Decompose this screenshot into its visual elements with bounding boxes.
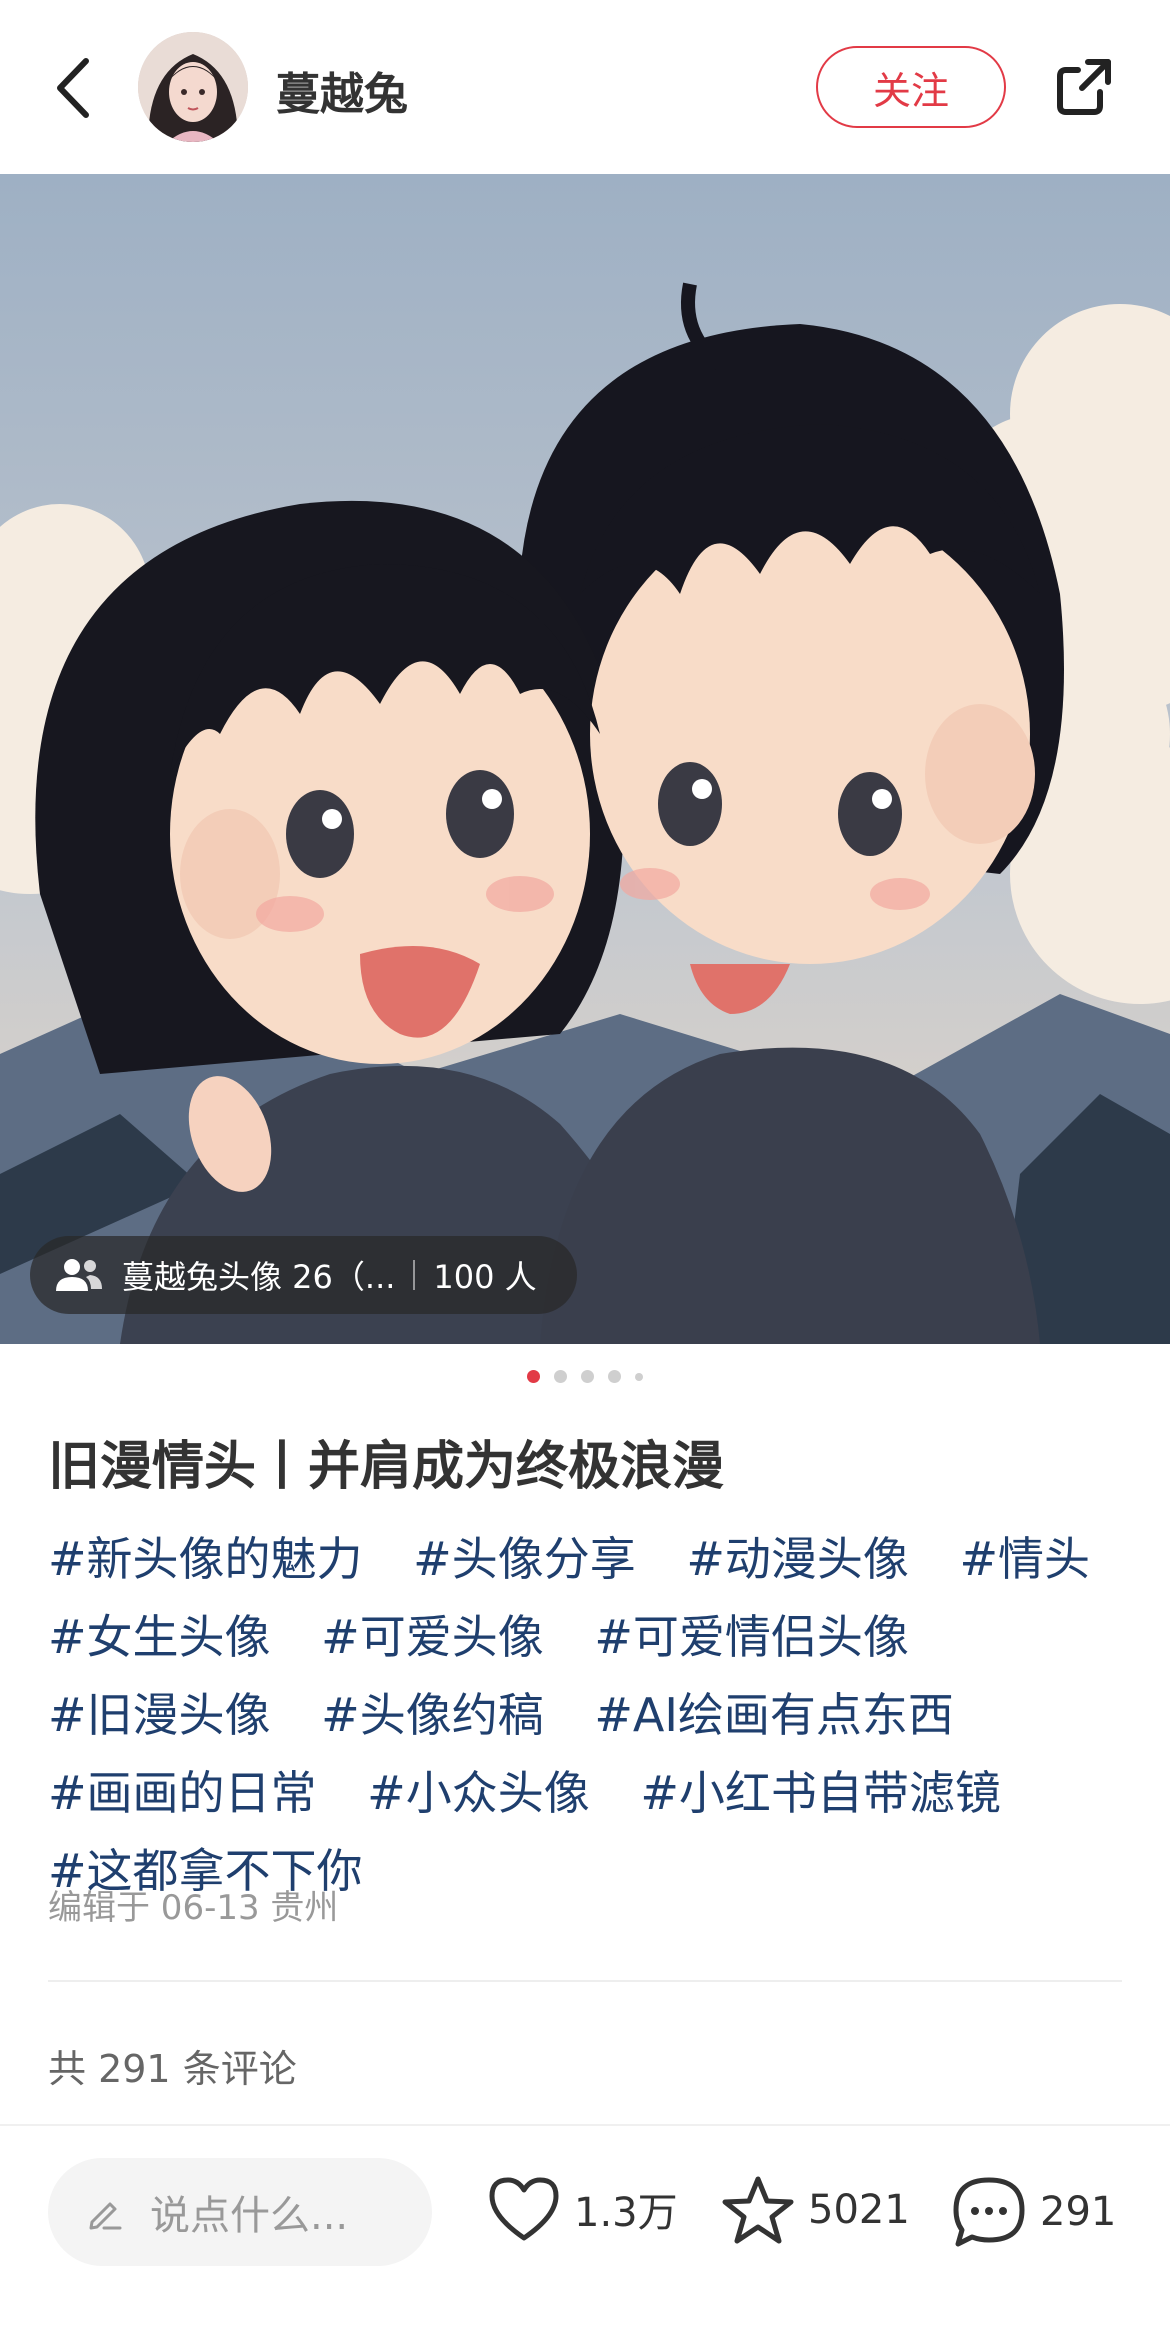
comment-input[interactable]: 说点什么...	[48, 2158, 432, 2266]
post-title: 旧漫情头丨并肩成为终极浪漫	[48, 1437, 725, 1497]
pencil-icon	[89, 2202, 122, 2230]
group-name: 蔓越兔头像 26（...	[122, 1258, 396, 1296]
comment-bubble-icon	[953, 2177, 1025, 2247]
group-icon	[56, 1259, 102, 1291]
back-icon[interactable]	[52, 55, 96, 121]
carousel-indicator	[0, 1370, 1170, 1383]
hashtag-list: #新头像的魅力 #头像分享 #动漫头像 #情头 #女生头像 #可爱头像 #可爱情…	[48, 1520, 1138, 1910]
hashtag[interactable]: #情头	[960, 1532, 1091, 1586]
post-illustration	[0, 174, 1170, 1344]
carousel-dot	[527, 1370, 540, 1383]
chip-divider	[413, 1260, 416, 1290]
hashtag[interactable]: #头像约稿	[321, 1688, 544, 1742]
collect-button[interactable]: 5021	[720, 2174, 910, 2246]
like-count: 1.3万	[574, 2190, 678, 2236]
hashtag[interactable]: #女生头像	[48, 1610, 271, 1664]
author-avatar[interactable]	[138, 32, 248, 142]
heart-icon	[489, 2177, 559, 2241]
group-chat-chip[interactable]: 蔓越兔头像 26（... 100 人	[30, 1236, 577, 1314]
hashtag[interactable]: #动漫头像	[686, 1532, 909, 1586]
star-icon	[722, 2176, 794, 2244]
hashtag[interactable]: #小众头像	[367, 1766, 590, 1820]
hashtag[interactable]: #可爱情侣头像	[594, 1610, 909, 1664]
edit-info: 编辑于 06-13 贵州	[48, 1888, 339, 1928]
author-name[interactable]: 蔓越兔	[276, 58, 408, 122]
share-icon[interactable]	[1052, 54, 1116, 118]
follow-button[interactable]: 关注	[816, 46, 1006, 128]
carousel-dot	[554, 1370, 567, 1383]
group-members: 100 人	[433, 1258, 537, 1296]
post-image-carousel[interactable]: 蔓越兔头像 26（... 100 人	[0, 174, 1170, 1344]
bottom-action-bar: 说点什么... 1.3万 5021 291	[0, 2124, 1170, 2328]
carousel-dot	[608, 1370, 621, 1383]
hashtag[interactable]: #旧漫头像	[48, 1688, 271, 1742]
hashtag[interactable]: #新头像的魅力	[48, 1532, 363, 1586]
comment-button-count: 291	[1040, 2189, 1117, 2235]
comment-input-placeholder: 说点什么...	[150, 2193, 349, 2239]
hashtag[interactable]: #头像分享	[413, 1532, 636, 1586]
comment-button[interactable]: 291	[950, 2174, 1116, 2250]
carousel-dot	[635, 1372, 643, 1381]
hashtag[interactable]: #小红书自带滤镜	[640, 1766, 1001, 1820]
collect-count: 5021	[808, 2187, 910, 2233]
divider	[48, 1980, 1122, 1982]
comment-count: 共 291 条评论	[48, 2047, 297, 2091]
like-button[interactable]: 1.3万	[486, 2174, 678, 2244]
hashtag[interactable]: #画画的日常	[48, 1766, 317, 1820]
top-bar: 蔓越兔 关注	[0, 0, 1170, 174]
hashtag[interactable]: #AI绘画有点东西	[594, 1688, 954, 1742]
hashtag[interactable]: #可爱头像	[321, 1610, 544, 1664]
carousel-dot	[581, 1370, 594, 1383]
